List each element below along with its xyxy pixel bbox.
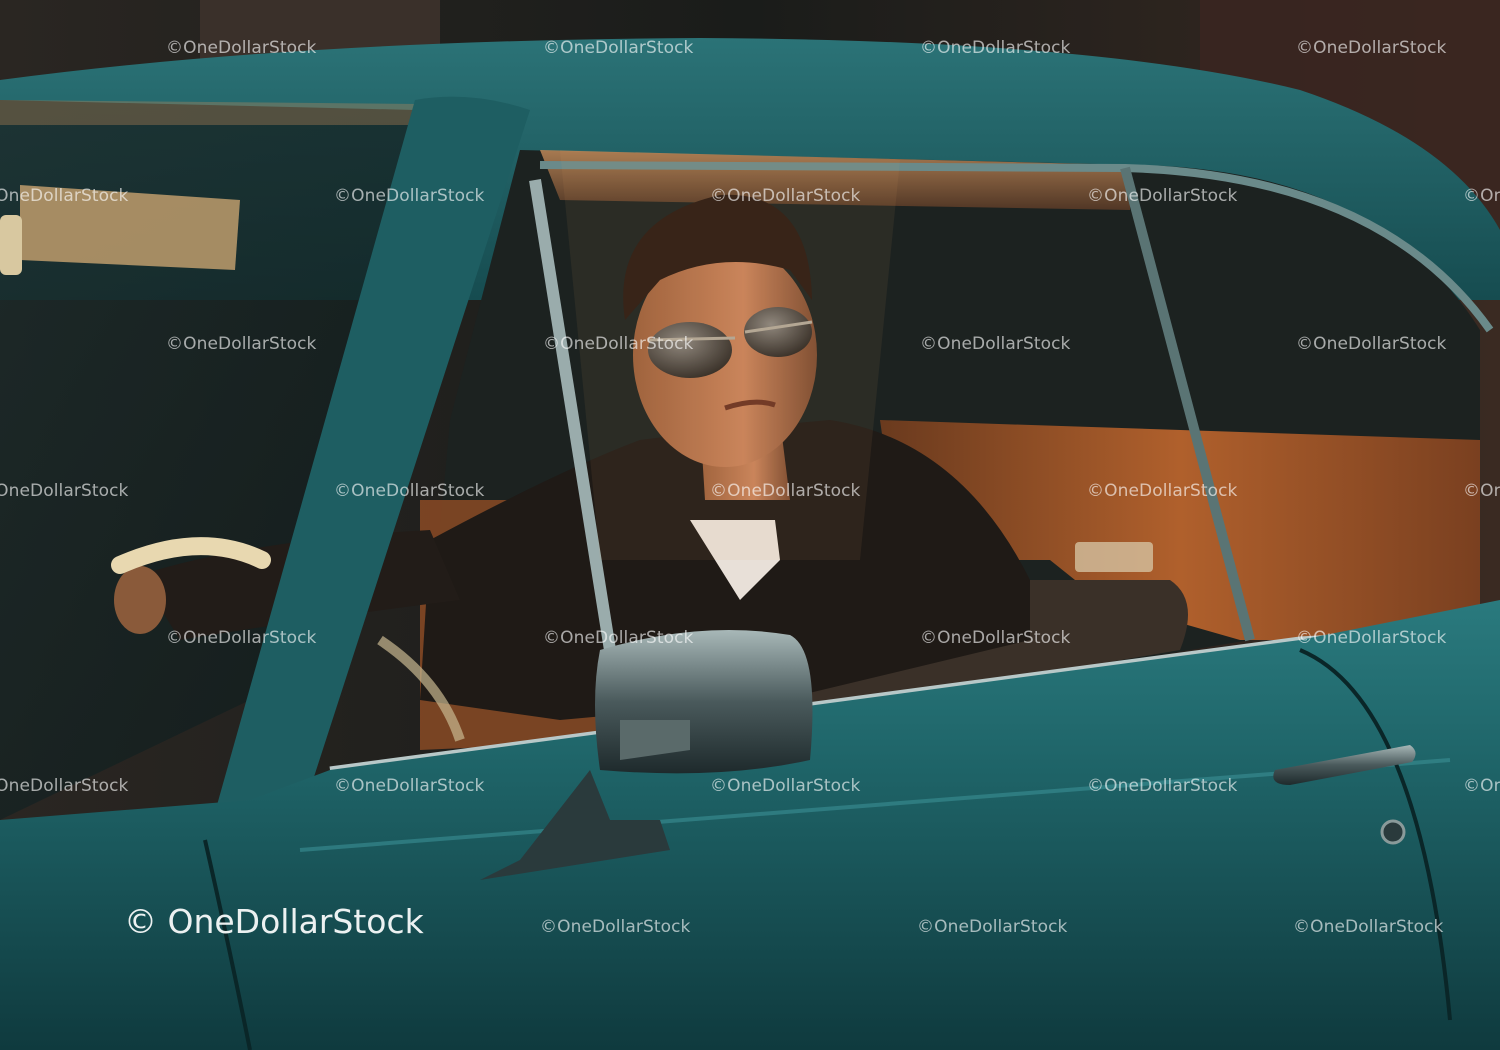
photo: ©OneDollarStock ©OneDollarStock ©OneDoll… bbox=[0, 0, 1500, 1050]
car-photo-illustration bbox=[0, 0, 1500, 1050]
